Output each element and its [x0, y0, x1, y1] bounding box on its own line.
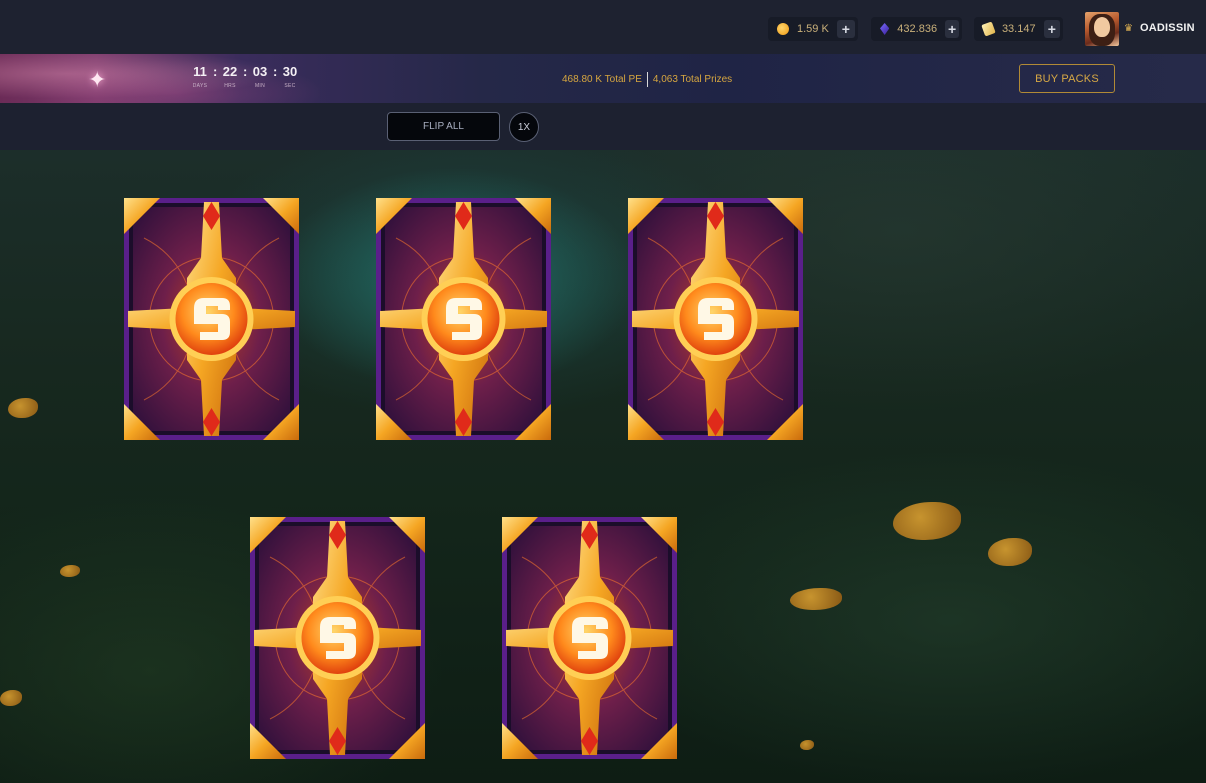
countdown-days: 11 DAYS — [188, 64, 212, 89]
countdown-separator: : — [213, 64, 218, 79]
countdown-days-label: DAYS — [192, 83, 208, 89]
countdown-minutes: 03 MIN — [248, 64, 272, 89]
gem-icon — [880, 23, 890, 35]
countdown-seconds-label: SEC — [284, 83, 296, 89]
countdown-hours-value: 22 — [222, 64, 238, 79]
leaf-decoration — [893, 502, 961, 540]
pack-card[interactable] — [376, 198, 551, 440]
tickets-value: 33.147 — [1001, 23, 1036, 35]
currency-tickets: 33.147 + — [974, 17, 1063, 41]
card-back-icon — [376, 198, 551, 440]
card-back-icon — [124, 198, 299, 440]
countdown-separator: : — [243, 64, 248, 79]
pack-card[interactable] — [124, 198, 299, 440]
leaf-decoration — [800, 740, 814, 750]
leaf-decoration — [60, 565, 80, 577]
totals-divider — [646, 72, 648, 87]
countdown-seconds: 30 SEC — [278, 64, 302, 89]
add-gems-button[interactable]: + — [945, 20, 959, 38]
avatar[interactable] — [1085, 12, 1119, 46]
gems-value: 432.836 — [897, 23, 938, 35]
pack-controls-bar: FLIP ALL 1X — [0, 103, 1206, 150]
countdown-minutes-label: MIN — [254, 83, 266, 89]
add-coins-button[interactable]: + — [836, 20, 855, 38]
currency-coins: 1.59 K + — [768, 17, 858, 41]
pack-card[interactable] — [502, 517, 677, 759]
pack-card[interactable] — [250, 517, 425, 759]
card-back-icon — [628, 198, 803, 440]
buy-packs-button[interactable]: BUY PACKS — [1019, 64, 1115, 93]
username[interactable]: OADISSIN — [1140, 22, 1195, 34]
leaf-decoration — [8, 398, 38, 418]
flip-all-button[interactable]: FLIP ALL — [387, 112, 500, 141]
countdown-days-value: 11 — [193, 64, 207, 79]
countdown-hours-label: HRS — [224, 83, 236, 89]
card-back-icon — [250, 517, 425, 759]
total-pe: 468.80 K Total PE — [562, 74, 642, 85]
pack-card[interactable] — [628, 198, 803, 440]
currency-gems: 432.836 + — [871, 17, 962, 41]
event-banner: ✦ 11 DAYS : 22 HRS : 03 MIN : 30 SEC 468… — [0, 54, 1206, 103]
countdown-minutes-value: 03 — [252, 64, 268, 79]
coin-icon — [777, 23, 789, 35]
coins-value: 1.59 K — [797, 23, 829, 35]
leaf-decoration — [0, 690, 22, 706]
countdown-seconds-value: 30 — [282, 64, 298, 79]
top-bar: 1.59 K + 432.836 + 33.147 + ♛ OADISSIN — [0, 0, 1206, 54]
countdown-hours: 22 HRS — [218, 64, 242, 89]
add-tickets-button[interactable]: + — [1043, 20, 1060, 38]
total-prizes: 4,063 Total Prizes — [652, 74, 733, 85]
countdown-separator: : — [273, 64, 278, 79]
speed-toggle-button[interactable]: 1X — [509, 112, 539, 142]
countdown-timer: 11 DAYS : 22 HRS : 03 MIN : 30 SEC — [188, 64, 302, 89]
ticket-icon — [981, 21, 996, 37]
card-back-icon — [502, 517, 677, 759]
sparkle-icon: ✦ — [88, 68, 107, 93]
leaf-decoration — [988, 538, 1032, 566]
rank-badge-icon: ♛ — [1124, 23, 1133, 34]
leaf-decoration — [790, 588, 842, 610]
event-totals: 468.80 K Total PE 4,063 Total Prizes — [562, 72, 732, 87]
